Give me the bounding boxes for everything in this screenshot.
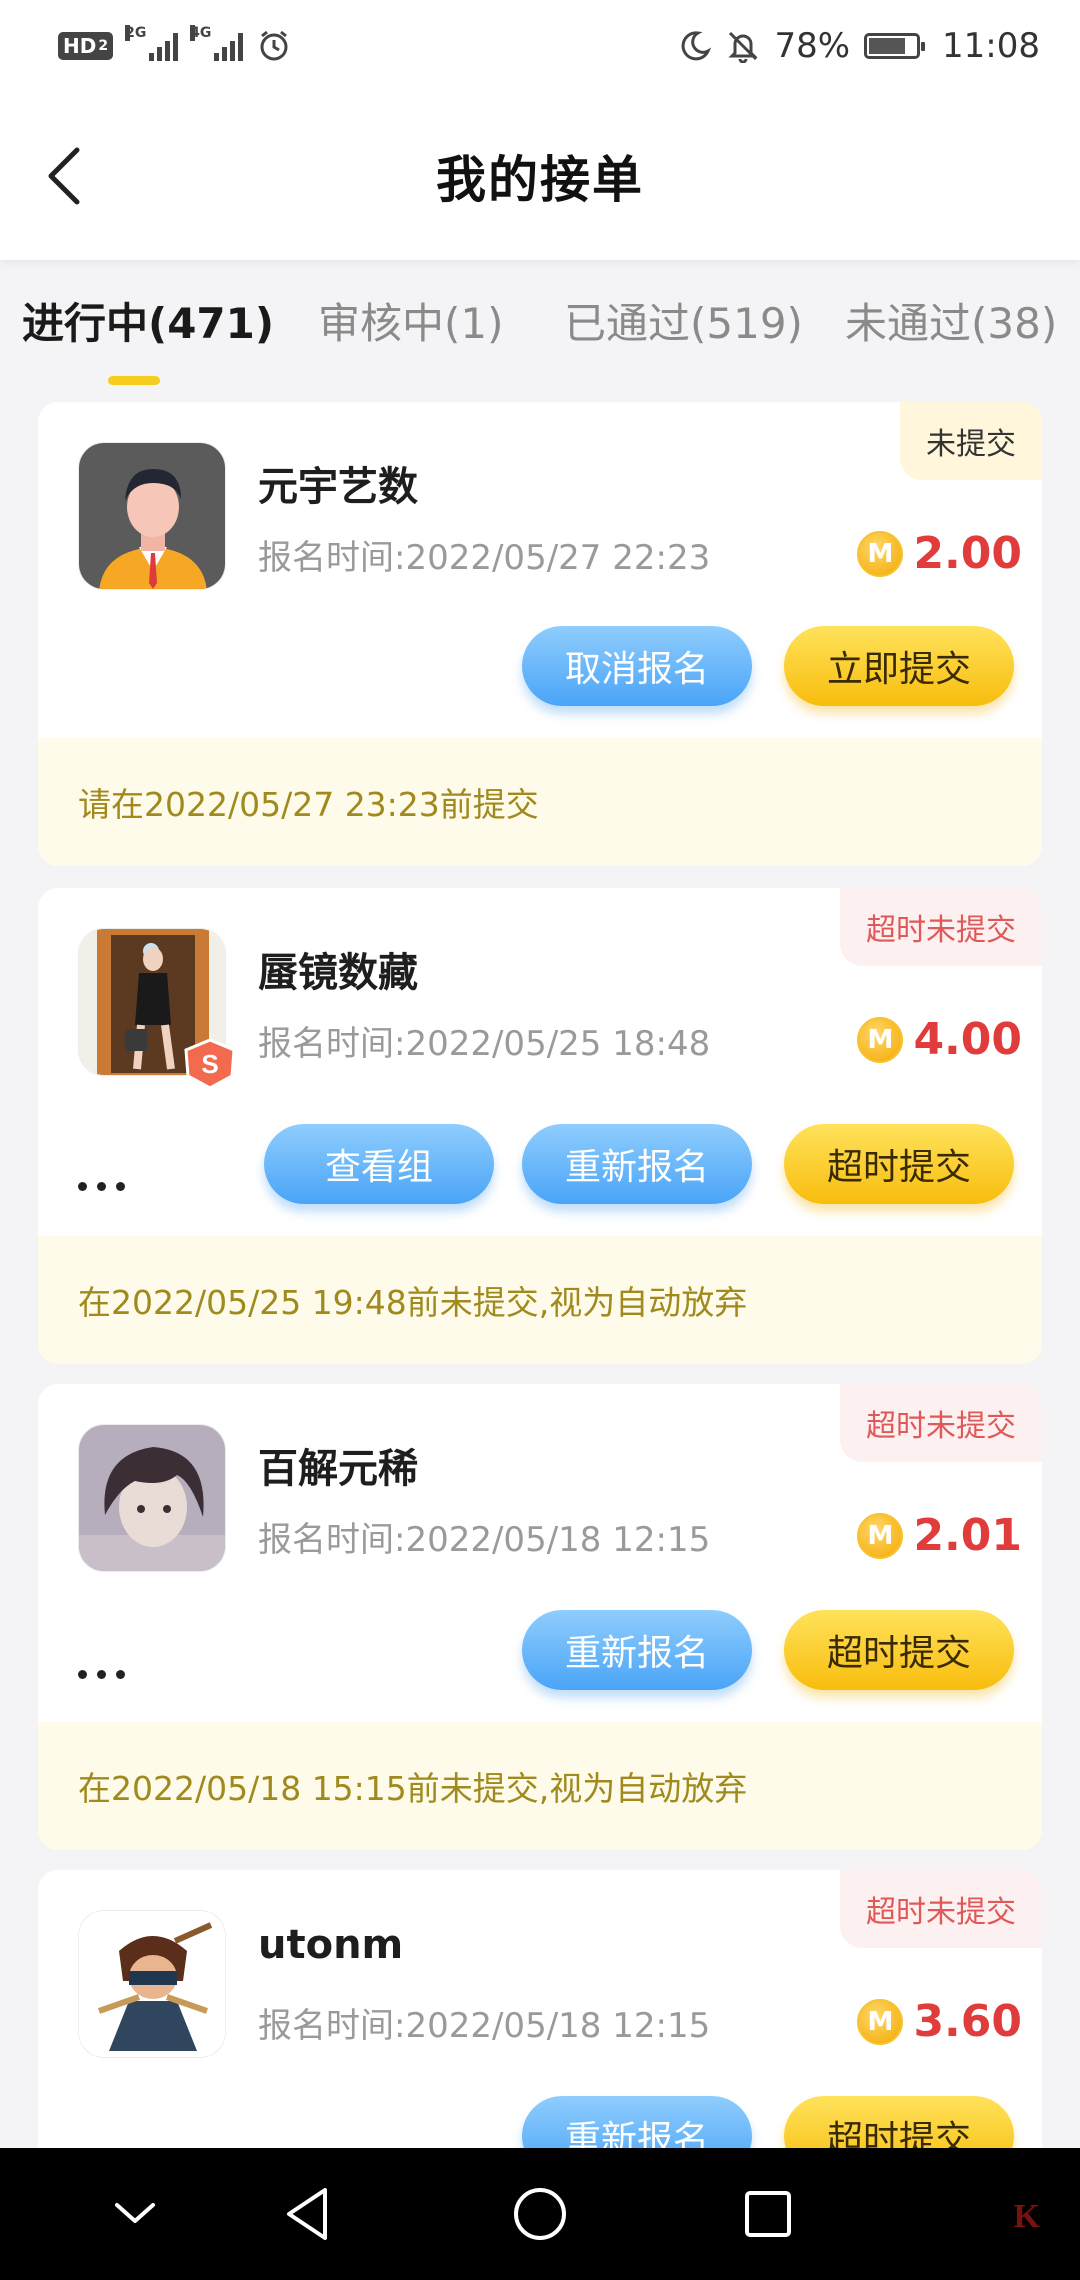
reward-value: 2.01 (913, 1510, 1022, 1561)
alarm-icon (260, 30, 288, 61)
nav-recents-icon (745, 2191, 791, 2237)
signal-icon: 2G (125, 25, 179, 61)
network-type-label: 2G (125, 25, 147, 41)
view-group-button[interactable]: 查看组 (264, 1124, 494, 1204)
reward-value: 2.00 (913, 528, 1022, 579)
status-badge: 超时未提交 (840, 888, 1042, 966)
nav-recents-button[interactable] (718, 2148, 818, 2280)
status-left: HD 2 2G 4G (58, 25, 291, 63)
order-card[interactable]: 超时未提交 百解元稀 报名时间:2022/05/18 12:15 M 2.01 … (38, 1384, 1042, 1850)
nav-back-button[interactable] (258, 2148, 358, 2280)
signal-icon: 4G (190, 25, 244, 61)
nav-back-icon (287, 2188, 327, 2240)
nav-home-button[interactable] (490, 2148, 590, 2280)
nav-collapse-button[interactable] (85, 2148, 185, 2280)
system-nav-bar: K (0, 2148, 1080, 2280)
deadline-notice: 在2022/05/25 19:48前未提交,视为自动放弃 (38, 1236, 1042, 1364)
signup-time: 报名时间:2022/05/18 12:15 (258, 1520, 711, 1560)
tab-rejected[interactable]: 未通过(38) (845, 290, 1057, 351)
nav-collapse-icon (115, 2203, 155, 2223)
more-icon[interactable] (78, 1654, 148, 1694)
signup-time: 报名时间:2022/05/25 18:48 (258, 1024, 711, 1064)
active-tab-indicator (108, 376, 160, 385)
task-name: utonm (258, 1922, 404, 1968)
nav-home-icon (514, 2188, 566, 2240)
tab-bar: 进行中(471) 审核中(1) 已通过(519) 未通过(38) (0, 290, 1080, 390)
battery-icon (864, 33, 926, 59)
hd-icon: HD 2 (58, 32, 114, 60)
overdue-submit-button[interactable]: 超时提交 (784, 2096, 1014, 2148)
tab-approved[interactable]: 已通过(519) (564, 290, 803, 351)
coin-icon: M (857, 1512, 904, 1559)
tab-under-review[interactable]: 审核中(1) (318, 290, 504, 351)
network-type-label: 4G (190, 25, 212, 41)
reward: M 2.00 (857, 528, 1022, 579)
status-badge: 未提交 (900, 402, 1042, 480)
reward: M 4.00 (857, 1014, 1022, 1065)
re-signup-button[interactable]: 重新报名 (522, 1610, 752, 1690)
back-icon (48, 147, 80, 205)
signup-time: 报名时间:2022/05/27 22:23 (258, 538, 711, 578)
more-icon[interactable] (78, 1166, 148, 1206)
status-right: 78% 11:08 (678, 26, 1040, 66)
task-name: 元宇艺数 (258, 464, 418, 510)
clock: 11:08 (942, 26, 1040, 66)
order-card[interactable]: 超时未提交 utonm 报名时间:2022/05/18 12:15 M 3.60… (38, 1870, 1042, 2148)
avatar[interactable] (78, 1424, 226, 1572)
reward: M 2.01 (857, 1510, 1022, 1561)
order-card[interactable]: 未提交 元宇艺数 报名时间:2022/05/27 22:23 M 2.00 取消… (38, 402, 1042, 866)
avatar[interactable] (78, 1910, 226, 2058)
deadline-notice: 在2022/05/18 15:15前未提交,视为自动放弃 (38, 1722, 1042, 1850)
level-badge-icon: S (184, 1038, 236, 1090)
battery-percent: 78% (774, 26, 851, 66)
re-signup-button[interactable]: 重新报名 (522, 1124, 752, 1204)
moon-icon (682, 31, 712, 61)
back-button[interactable] (28, 136, 98, 216)
tab-in-progress[interactable]: 进行中(471) (22, 290, 274, 351)
page-title: 我的接单 (436, 151, 644, 209)
signup-time: 报名时间:2022/05/18 12:15 (258, 2006, 711, 2046)
coin-icon: M (857, 1998, 904, 2045)
bell-off-icon (728, 31, 759, 63)
coin-icon: M (857, 530, 904, 577)
task-name: 百解元稀 (258, 1446, 418, 1492)
cancel-signup-button[interactable]: 取消报名 (522, 626, 752, 706)
deadline-notice: 请在2022/05/27 23:23前提交 (38, 738, 1042, 866)
task-name: 蜃镜数藏 (258, 950, 418, 996)
reward: M 3.60 (857, 1996, 1022, 2047)
overdue-submit-button[interactable]: 超时提交 (784, 1124, 1014, 1204)
status-badge: 超时未提交 (840, 1384, 1042, 1462)
avatar[interactable] (78, 442, 226, 590)
overdue-submit-button[interactable]: 超时提交 (784, 1610, 1014, 1690)
reward-value: 4.00 (913, 1014, 1022, 1065)
order-card[interactable]: 超时未提交 S 蜃镜数藏 报名时间:2022/05/25 18:48 M 4.0… (38, 888, 1042, 1364)
hd-sub: 2 (98, 38, 109, 54)
reward-value: 3.60 (913, 1996, 1022, 2047)
hd-label: HD (63, 34, 97, 58)
status-badge: 超时未提交 (840, 1870, 1042, 1948)
re-signup-button[interactable]: 重新报名 (522, 2096, 752, 2148)
coin-icon: M (857, 1016, 904, 1063)
more-icon[interactable] (78, 2138, 148, 2148)
svg-text:S: S (201, 1049, 218, 1079)
submit-now-button[interactable]: 立即提交 (784, 626, 1014, 706)
app-header: 我的接单 (0, 92, 1080, 260)
watermark-logo: K (1013, 2198, 1040, 2235)
status-bar: HD 2 2G 4G 78% 11:08 (0, 0, 1080, 92)
